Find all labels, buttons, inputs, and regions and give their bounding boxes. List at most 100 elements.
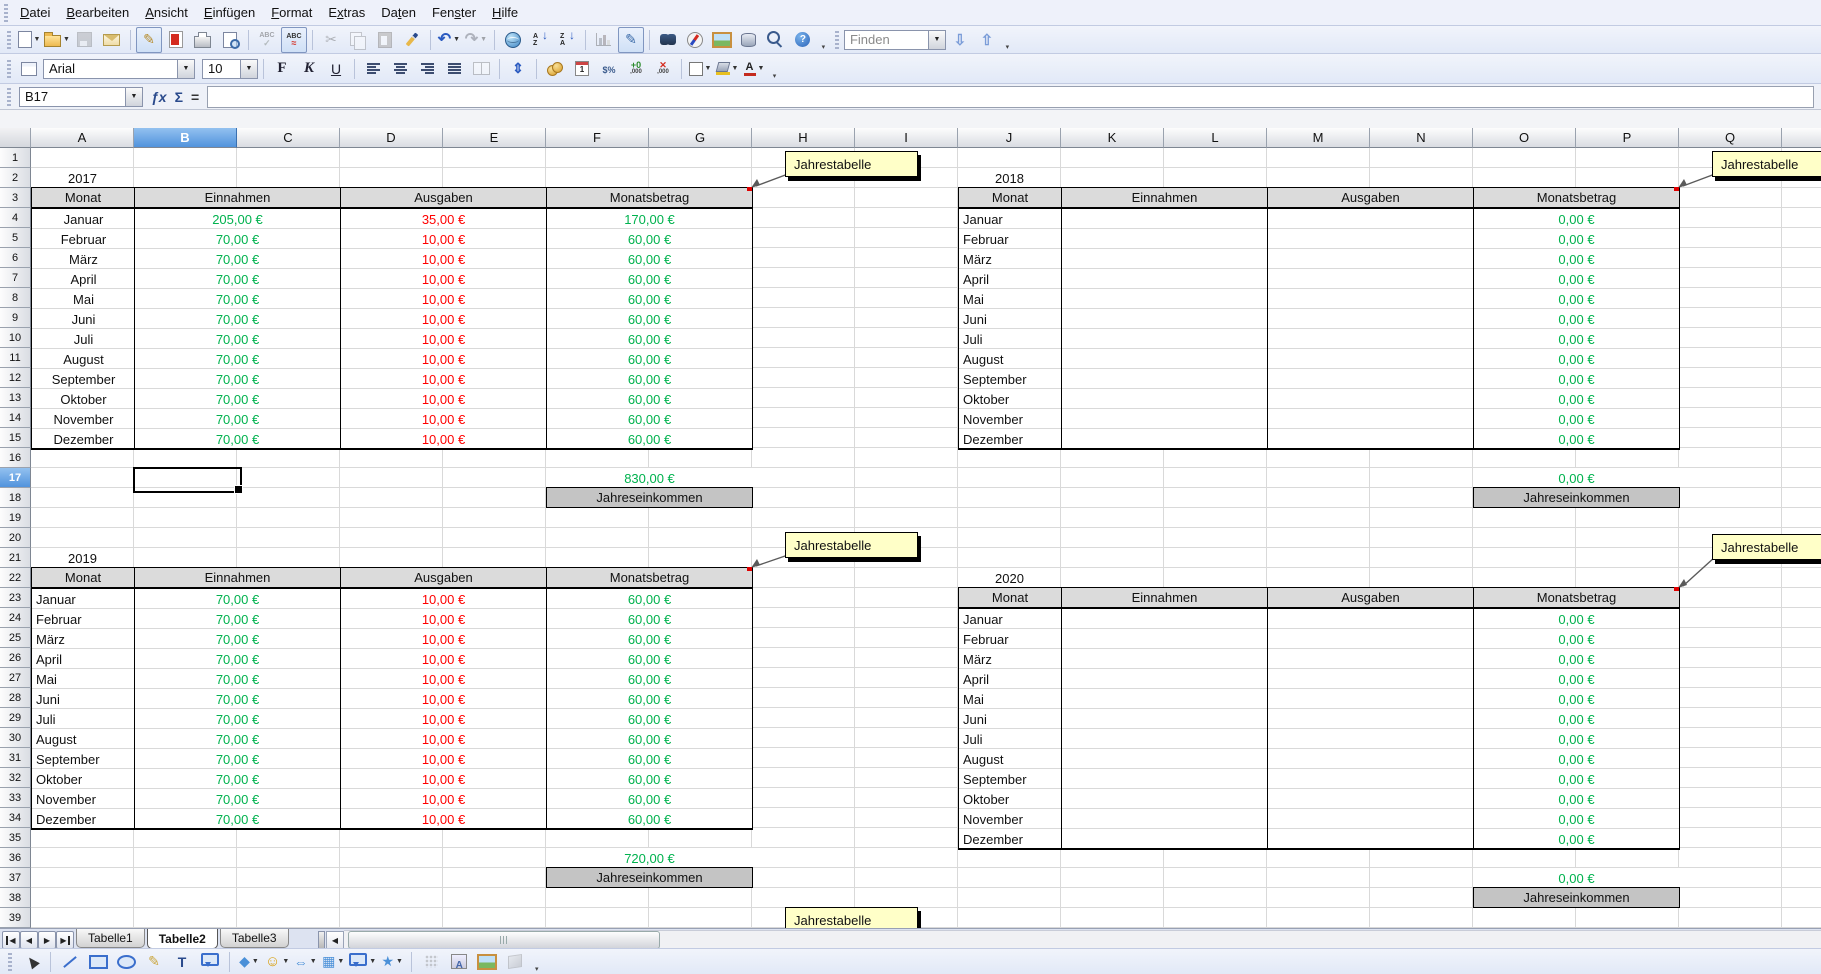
monatsbetrag-cell[interactable]: 60,00 € (547, 369, 752, 389)
column-header-D[interactable]: D (340, 128, 443, 148)
month-cell[interactable]: Juni (960, 709, 1061, 729)
column-header-C[interactable]: C (237, 128, 340, 148)
column-header-K[interactable]: K (1061, 128, 1164, 148)
month-cell[interactable]: Dezember (960, 829, 1061, 849)
monatsbetrag-cell[interactable]: 60,00 € (547, 769, 752, 789)
monatsbetrag-cell[interactable]: 60,00 € (547, 589, 752, 609)
ausgaben-cell[interactable]: 10,00 € (341, 249, 546, 269)
ausgaben-cell[interactable]: 10,00 € (341, 289, 546, 309)
stars-button[interactable]: ★▼ (379, 949, 405, 974)
month-cell[interactable]: April (33, 269, 134, 289)
sort-ascending-button[interactable] (527, 27, 553, 53)
table-header-cell[interactable]: Einnahmen (134, 568, 340, 587)
symbol-shapes-dropdown-icon[interactable]: ▼ (282, 958, 289, 965)
einnahmen-cell[interactable]: 70,00 € (135, 289, 340, 309)
monatsbetrag-cell[interactable]: 0,00 € (1474, 709, 1679, 729)
month-cell[interactable]: Dezember (960, 429, 1061, 449)
background-color-button[interactable]: ▼ (714, 56, 740, 82)
monatsbetrag-cell[interactable]: 170,00 € (547, 209, 752, 229)
monatsbetrag-cell[interactable]: 0,00 € (1474, 629, 1679, 649)
number-format-date-button[interactable] (569, 56, 595, 82)
ausgaben-cell[interactable]: 10,00 € (341, 309, 546, 329)
comment-callout-2[interactable]: Jahrestabelle (1712, 151, 1821, 177)
sheet-tab-tabelle1[interactable]: Tabelle1 (76, 929, 145, 948)
monatsbetrag-cell[interactable]: 60,00 € (547, 289, 752, 309)
table-header-cell[interactable]: Monat (959, 588, 1061, 607)
menu-ansicht[interactable]: Ansicht (137, 2, 196, 23)
monatsbetrag-cell[interactable]: 0,00 € (1474, 289, 1679, 309)
table-header-cell[interactable]: Monatsbetrag (546, 188, 752, 207)
row-header-24[interactable]: 24 (0, 608, 31, 628)
hyperlink-button[interactable] (500, 27, 526, 53)
row-header-27[interactable]: 27 (0, 668, 31, 688)
row-header-3[interactable]: 3 (0, 188, 31, 208)
month-cell[interactable]: Oktober (960, 389, 1061, 409)
redo-dropdown-icon[interactable]: ▼ (480, 36, 487, 43)
row-header-36[interactable]: 36 (0, 848, 31, 868)
month-cell[interactable]: August (33, 349, 134, 369)
callouts-dropdown-icon[interactable]: ▼ (369, 958, 376, 965)
basic-shapes-dropdown-icon[interactable]: ▼ (252, 958, 259, 965)
monatsbetrag-cell[interactable]: 60,00 € (547, 229, 752, 249)
monatsbetrag-cell[interactable]: 0,00 € (1474, 609, 1679, 629)
sheet-tab-tabelle3[interactable]: Tabelle3 (220, 929, 289, 948)
row-header-12[interactable]: 12 (0, 368, 31, 388)
ausgaben-cell[interactable]: 10,00 € (341, 589, 546, 609)
table-header-cell[interactable]: Ausgaben (340, 568, 546, 587)
einnahmen-cell[interactable]: 70,00 € (135, 369, 340, 389)
monatsbetrag-cell[interactable]: 60,00 € (547, 249, 752, 269)
year-label-2017[interactable]: 2017 (31, 168, 134, 188)
monatsbetrag-cell[interactable]: 60,00 € (547, 409, 752, 429)
data-sources-button[interactable] (736, 27, 762, 53)
name-box[interactable]: B17 (19, 87, 143, 107)
ausgaben-cell[interactable]: 10,00 € (341, 649, 546, 669)
einnahmen-cell[interactable]: 70,00 € (135, 229, 340, 249)
einnahmen-cell[interactable]: 70,00 € (135, 809, 340, 829)
month-cell[interactable]: Juni (960, 309, 1061, 329)
monatsbetrag-cell[interactable]: 0,00 € (1474, 689, 1679, 709)
navigator-button[interactable] (682, 27, 708, 53)
gallery-button[interactable] (709, 27, 735, 53)
toolbar-overflow-icon[interactable]: ▾ (770, 58, 779, 80)
export-pdf-button[interactable] (163, 27, 189, 53)
table-header-cell[interactable]: Einnahmen (134, 188, 340, 207)
table-header-cell[interactable]: Monat (959, 188, 1061, 207)
row-header-33[interactable]: 33 (0, 788, 31, 808)
open-document-button[interactable]: ▼ (43, 27, 71, 53)
month-cell[interactable]: April (33, 649, 134, 669)
row-header-7[interactable]: 7 (0, 268, 31, 288)
month-cell[interactable]: Juli (33, 329, 134, 349)
font-color-button[interactable]: ▼ (741, 56, 767, 82)
column-header-N[interactable]: N (1370, 128, 1473, 148)
new-document-button[interactable]: ▼ (16, 27, 42, 53)
monatsbetrag-cell[interactable]: 0,00 € (1474, 229, 1679, 249)
month-cell[interactable]: Januar (960, 609, 1061, 629)
row-header-34[interactable]: 34 (0, 808, 31, 828)
table-header-cell[interactable]: Ausgaben (1267, 188, 1473, 207)
jahreseinkommen-label-2017[interactable]: Jahreseinkommen (546, 487, 753, 508)
menu-daten[interactable]: Daten (373, 2, 424, 23)
monatsbetrag-cell[interactable]: 0,00 € (1474, 249, 1679, 269)
month-cell[interactable]: September (33, 749, 134, 769)
row-header-13[interactable]: 13 (0, 388, 31, 408)
table-header-cell[interactable]: Monatsbetrag (1473, 188, 1679, 207)
comment-callout-4[interactable]: Jahrestabelle (1712, 534, 1821, 560)
month-cell[interactable]: März (33, 249, 134, 269)
fontwork-gallery-button[interactable] (446, 949, 472, 974)
monatsbetrag-cell[interactable]: 0,00 € (1474, 829, 1679, 849)
year-label-2020[interactable]: 2020 (958, 568, 1061, 588)
month-cell[interactable]: August (960, 749, 1061, 769)
edit-mode-button[interactable] (136, 27, 162, 53)
month-cell[interactable]: Juli (33, 709, 134, 729)
name-box-dropdown-icon[interactable] (125, 88, 142, 106)
column-header-L[interactable]: L (1164, 128, 1267, 148)
ausgaben-cell[interactable]: 10,00 € (341, 269, 546, 289)
row-header-6[interactable]: 6 (0, 248, 31, 268)
open-document-dropdown-icon[interactable]: ▼ (63, 36, 70, 43)
new-document-dropdown-icon[interactable]: ▼ (34, 36, 41, 43)
toolbar-overflow-icon[interactable]: ▾ (532, 951, 541, 973)
row-header-5[interactable]: 5 (0, 228, 31, 248)
flowcharts-dropdown-icon[interactable]: ▼ (337, 958, 344, 965)
column-header-O[interactable]: O (1473, 128, 1576, 148)
toolbar-overflow-icon[interactable]: ▾ (819, 29, 828, 51)
